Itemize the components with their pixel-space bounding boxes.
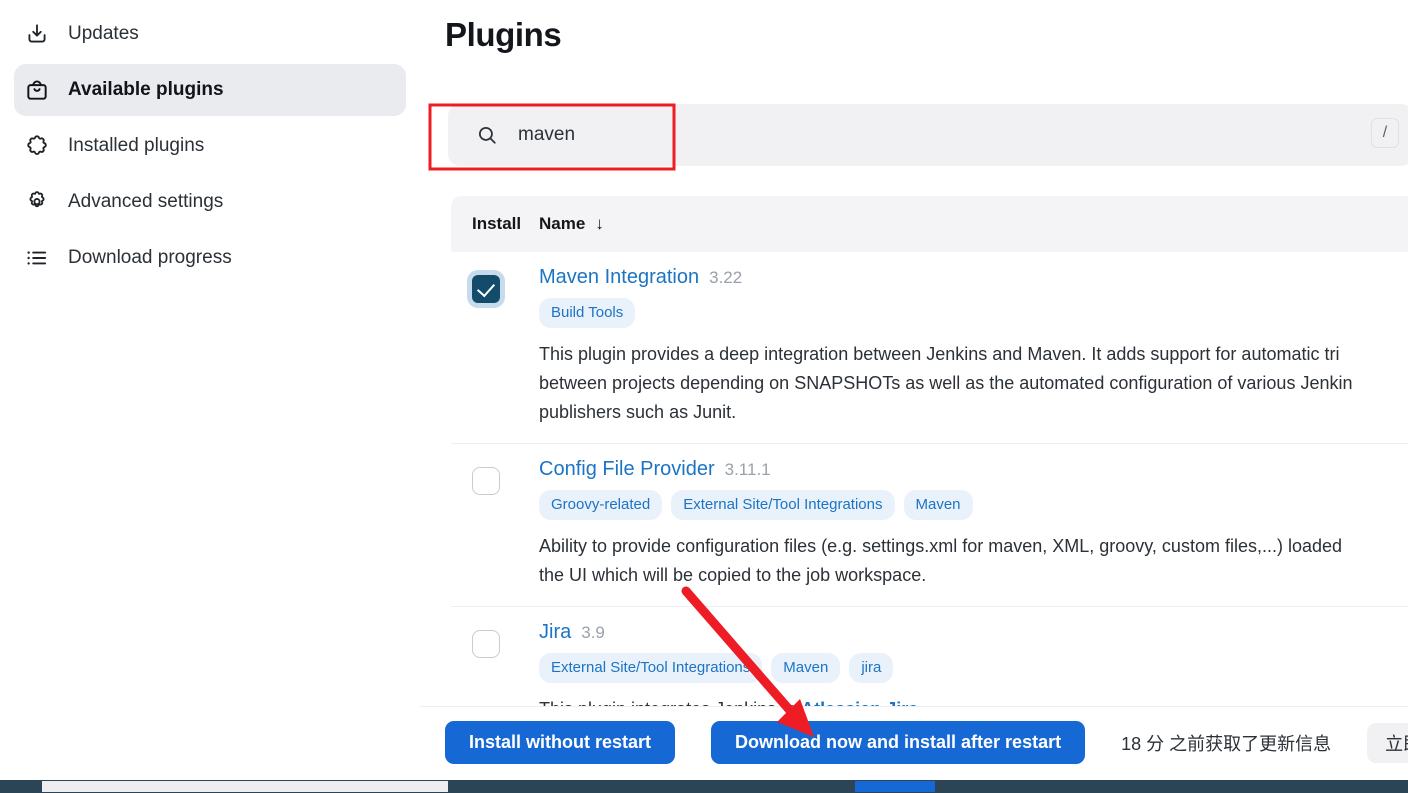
main-content: Plugins / Install Name ↓ bbox=[420, 0, 1408, 793]
plugin-version: 3.9 bbox=[581, 623, 605, 643]
plugin-name-link[interactable]: Maven Integration bbox=[539, 266, 699, 289]
sidebar-item-label: Download progress bbox=[68, 247, 232, 269]
plugin-title-line: Jira 3.9 bbox=[539, 621, 1408, 644]
update-info-text: 18 分 之前获取了更新信息 bbox=[1121, 730, 1331, 756]
plugin-description: Ability to provide configuration files (… bbox=[539, 532, 1408, 590]
plugin-labels: External Site/Tool Integrations Maven ji… bbox=[539, 653, 1408, 683]
horizontal-scrollbar[interactable] bbox=[0, 780, 1408, 793]
plugin-info: Config File Provider 3.11.1 Groovy-relat… bbox=[539, 458, 1408, 590]
sidebar-item-label: Installed plugins bbox=[68, 135, 204, 157]
sidebar-item-download-progress[interactable]: Download progress bbox=[14, 232, 406, 284]
install-checkbox[interactable] bbox=[472, 630, 500, 658]
plugin-label[interactable]: Build Tools bbox=[539, 298, 635, 328]
page-title: Plugins bbox=[445, 16, 561, 54]
scrollbar-marker bbox=[855, 781, 935, 792]
gear-icon bbox=[24, 189, 50, 215]
sidebar-nav: Updates Available plugins Installed plug… bbox=[0, 0, 420, 793]
plugin-label[interactable]: Maven bbox=[771, 653, 840, 683]
search-input[interactable] bbox=[518, 115, 1218, 155]
sort-descending-icon: ↓ bbox=[595, 214, 604, 234]
install-checkbox-cell bbox=[451, 266, 539, 427]
install-checkbox-cell bbox=[451, 458, 539, 590]
table-row: Maven Integration 3.22 Build Tools This … bbox=[451, 252, 1408, 444]
sidebar-item-installed-plugins[interactable]: Installed plugins bbox=[14, 120, 406, 172]
plugin-name-link[interactable]: Config File Provider bbox=[539, 458, 715, 481]
install-checkbox[interactable] bbox=[472, 467, 500, 495]
plugin-title-line: Config File Provider 3.11.1 bbox=[539, 458, 1408, 481]
column-header-install: Install bbox=[451, 214, 539, 234]
plugin-title-line: Maven Integration 3.22 bbox=[539, 266, 1408, 289]
search-shortcut-key: / bbox=[1371, 118, 1399, 148]
download-now-install-after-restart-button[interactable]: Download now and install after restart bbox=[711, 721, 1085, 764]
plugin-name-link[interactable]: Jira bbox=[539, 621, 571, 644]
action-footer: Install without restart Download now and… bbox=[420, 706, 1408, 778]
sidebar-item-advanced-settings[interactable]: Advanced settings bbox=[14, 176, 406, 228]
install-without-restart-button[interactable]: Install without restart bbox=[445, 721, 675, 764]
table-row: Config File Provider 3.11.1 Groovy-relat… bbox=[451, 444, 1408, 607]
sidebar-item-label: Updates bbox=[68, 23, 139, 45]
plugins-page: Updates Available plugins Installed plug… bbox=[0, 0, 1408, 793]
sidebar-item-label: Available plugins bbox=[68, 79, 224, 101]
column-header-name-label: Name bbox=[539, 214, 585, 234]
plugin-label[interactable]: External Site/Tool Integrations bbox=[671, 490, 894, 520]
puzzle-piece-icon bbox=[24, 133, 50, 159]
plugin-labels: Groovy-related External Site/Tool Integr… bbox=[539, 490, 1408, 520]
plugin-label[interactable]: jira bbox=[849, 653, 893, 683]
plugin-label[interactable]: External Site/Tool Integrations bbox=[539, 653, 762, 683]
plugin-description: This plugin provides a deep integration … bbox=[539, 340, 1408, 427]
search-icon bbox=[476, 124, 498, 146]
bag-download-icon bbox=[24, 77, 50, 103]
table-header-row: Install Name ↓ bbox=[451, 196, 1408, 252]
plugin-search-bar[interactable]: / bbox=[448, 104, 1408, 166]
sidebar-item-available-plugins[interactable]: Available plugins bbox=[14, 64, 406, 116]
plugin-label[interactable]: Maven bbox=[904, 490, 973, 520]
plugin-version: 3.22 bbox=[709, 268, 742, 288]
plugin-label[interactable]: Groovy-related bbox=[539, 490, 662, 520]
list-icon bbox=[24, 245, 50, 271]
column-header-name[interactable]: Name ↓ bbox=[539, 214, 604, 234]
sidebar-item-label: Advanced settings bbox=[68, 191, 223, 213]
plugin-info: Maven Integration 3.22 Build Tools This … bbox=[539, 266, 1408, 427]
plugin-version: 3.11.1 bbox=[725, 460, 771, 480]
plugin-labels: Build Tools bbox=[539, 298, 1408, 328]
plugins-table: Install Name ↓ Maven Integration 3.22 bbox=[451, 196, 1408, 741]
sidebar-item-updates[interactable]: Updates bbox=[14, 8, 406, 60]
install-checkbox[interactable] bbox=[472, 275, 500, 303]
check-now-button[interactable]: 立即获取 bbox=[1367, 723, 1408, 763]
scrollbar-thumb[interactable] bbox=[42, 781, 448, 792]
download-box-icon bbox=[24, 21, 50, 47]
